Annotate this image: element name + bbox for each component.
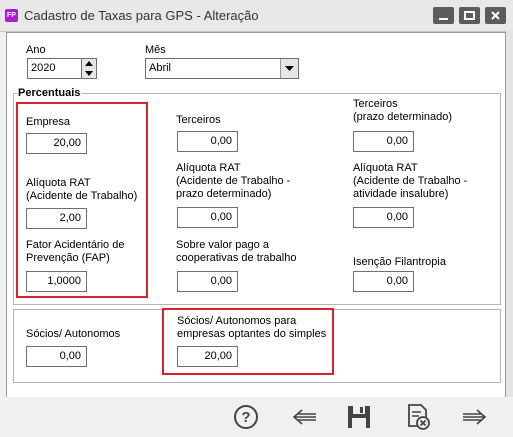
autonomos-field[interactable]: 0,00 [26, 346, 87, 367]
terceiros-prazo-field[interactable]: 0,00 [353, 131, 414, 152]
forward-arrow-icon [463, 409, 487, 425]
ano-value: 2020 [31, 62, 56, 74]
bottom-toolbar: ? [0, 397, 513, 437]
title-bar: FP Cadastro de Taxas para GPS - Alteraçã… [0, 0, 513, 32]
chevron-down-icon [285, 66, 294, 71]
cancel-document-icon [408, 404, 430, 430]
percentuais-title: Percentuais [17, 87, 82, 99]
maximize-icon [464, 11, 475, 20]
cooperativas-field[interactable]: 0,00 [177, 271, 238, 292]
svg-text:?: ? [241, 409, 250, 426]
rat-insalubre-label: Alíquota RAT (Acidente de Trabalho - ati… [353, 162, 468, 200]
cooperativas-label: Sobre valor pago a cooperativas de traba… [176, 239, 297, 264]
spin-up-icon [85, 61, 93, 66]
spin-down-icon [85, 71, 93, 76]
ano-label: Ano [26, 44, 46, 56]
help-button[interactable]: ? [231, 402, 261, 432]
terceiros-prazo-label: Terceiros (prazo determinado) [353, 98, 453, 123]
save-icon [348, 406, 370, 428]
rat-prazo-label: Alíquota RAT (Acidente de Trabalho - pra… [176, 162, 291, 200]
back-button[interactable] [289, 402, 319, 432]
vertical-scrollbar[interactable] [506, 31, 513, 397]
back-arrow-icon [292, 409, 316, 425]
cancel-document-button[interactable] [403, 402, 433, 432]
mes-select[interactable]: Abril [145, 58, 299, 79]
save-button[interactable] [344, 402, 374, 432]
forward-button[interactable] [460, 402, 490, 432]
close-icon [491, 11, 500, 20]
help-icon: ? [234, 405, 258, 429]
highlight-box-empresa [16, 102, 148, 298]
rat-insalubre-field[interactable]: 0,00 [353, 207, 414, 228]
terceiros-field[interactable]: 0,00 [177, 131, 238, 152]
ano-field[interactable]: 2020 [27, 58, 97, 79]
mes-value: Abril [149, 62, 172, 74]
mes-label: Mês [145, 44, 166, 56]
isencao-label: Isenção Filantropia [353, 256, 446, 268]
maximize-button[interactable] [459, 7, 480, 24]
terceiros-label: Terceiros [176, 114, 221, 126]
fp-app-icon: FP [5, 9, 18, 22]
mes-dropdown-button[interactable] [280, 59, 298, 78]
highlight-box-simples [162, 308, 334, 375]
minimize-button[interactable] [433, 7, 454, 24]
close-button[interactable] [485, 7, 506, 24]
autonomos-label: Sócios/ Autonomos [26, 328, 121, 340]
window-title: Cadastro de Taxas para GPS - Alteração [24, 8, 259, 23]
minimize-icon [439, 18, 448, 20]
rat-prazo-field[interactable]: 0,00 [177, 207, 238, 228]
ano-spinner[interactable] [81, 59, 96, 78]
form-panel: Ano 2020 Mês Abril Percentuais Empresa 2… [6, 32, 506, 398]
isencao-field[interactable]: 0,00 [353, 271, 414, 292]
